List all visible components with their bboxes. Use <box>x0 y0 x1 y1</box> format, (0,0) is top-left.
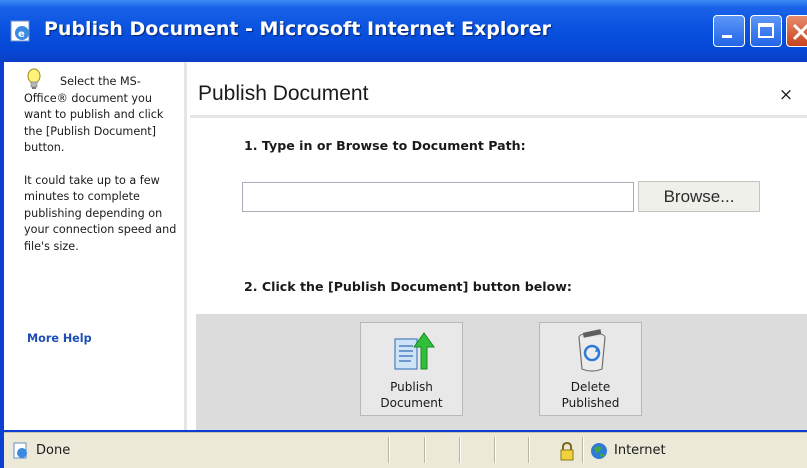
help-sidebar: Select the MS-Office® document you want … <box>4 62 187 430</box>
delete-published-button[interactable]: Delete Published <box>539 322 642 416</box>
status-divider <box>528 437 529 463</box>
close-dialog-icon[interactable]: × <box>775 84 797 106</box>
help-paragraph-1: Select the MS-Office® document you want … <box>24 75 164 154</box>
recycle-bin-icon <box>578 329 606 372</box>
security-zone-text: Internet <box>614 443 666 458</box>
page-title: Publish Document <box>198 82 369 105</box>
action-panel: Publish Document Delete Published <box>196 314 807 430</box>
main-content: Publish Document × 1. Type in or Browse … <box>190 62 807 430</box>
help-text: Select the MS-Office® document you want … <box>24 74 182 255</box>
step2-label: 2. Click the [Publish Document] button b… <box>244 279 572 294</box>
document-path-input[interactable] <box>242 182 634 212</box>
title-bar[interactable]: e Publish Document - Microsoft Internet … <box>0 0 807 62</box>
publish-document-button[interactable]: Publish Document <box>360 322 463 416</box>
delete-published-label: Delete Published <box>561 380 620 410</box>
close-window-button[interactable] <box>786 15 807 47</box>
help-paragraph-2: It could take up to a few minutes to com… <box>24 173 177 253</box>
maximize-icon <box>758 23 774 38</box>
minimize-button[interactable] <box>713 15 745 47</box>
more-help-link[interactable]: More Help <box>27 332 92 345</box>
status-divider <box>388 437 389 463</box>
status-text: Done <box>36 443 71 458</box>
status-divider <box>582 437 583 463</box>
minimize-icon <box>722 35 732 38</box>
status-divider <box>459 437 460 463</box>
close-icon <box>792 23 807 41</box>
window-title: Publish Document - Microsoft Internet Ex… <box>44 18 552 40</box>
status-bar: Done Internet <box>4 432 807 468</box>
status-divider <box>494 437 495 463</box>
publish-document-label: Publish Document <box>380 380 443 410</box>
step1-label: 1. Type in or Browse to Document Path: <box>244 138 526 153</box>
status-divider <box>424 437 425 463</box>
internet-globe-icon <box>591 443 607 459</box>
maximize-button[interactable] <box>750 15 782 47</box>
lock-icon <box>560 441 574 461</box>
svg-text:e: e <box>18 29 25 40</box>
page-done-icon <box>13 442 27 459</box>
browser-window: e Publish Document - Microsoft Internet … <box>0 0 807 468</box>
header-divider <box>190 115 807 118</box>
publish-document-icon <box>394 332 435 370</box>
client-area: Select the MS-Office® document you want … <box>4 62 807 430</box>
browse-button[interactable]: Browse... <box>638 181 760 212</box>
ie-document-icon: e <box>10 20 30 42</box>
